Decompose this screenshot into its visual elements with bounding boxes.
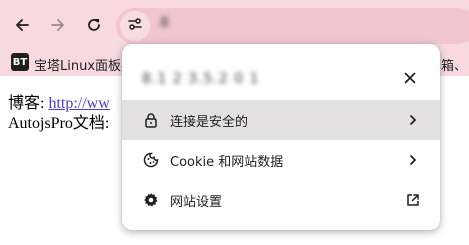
blog-line: 博客: http://ww	[8, 94, 110, 114]
close-icon	[404, 69, 416, 88]
forward-arrow-icon	[50, 17, 66, 33]
popup-site-title: 8.1 2 3.5.2 0 1	[142, 71, 260, 87]
cookie-icon	[142, 151, 160, 169]
external-link-icon	[404, 191, 422, 209]
close-button[interactable]	[399, 67, 421, 89]
chevron-right-icon	[404, 151, 422, 169]
reload-icon	[86, 17, 102, 33]
tune-icon	[127, 16, 143, 36]
menu-item-connection-secure[interactable]: 连接是安全的	[122, 100, 440, 140]
site-info-popup: 8.1 2 3.5.2 0 1 连接是安全的 Cookie 和网站数据 网站设置	[122, 44, 440, 230]
menu-item-label: 网站设置	[170, 195, 223, 210]
menu-item-label: 连接是安全的	[170, 115, 249, 130]
bookmark-item-fragment[interactable]: 箱、	[441, 55, 467, 74]
blog-link[interactable]: http://ww	[48, 95, 109, 112]
reload-button[interactable]	[79, 10, 109, 40]
page-content: 博客: http://ww AutojsPro文档:	[8, 94, 110, 134]
bookmark-favicon: BT	[11, 53, 29, 71]
blog-label: 博客:	[8, 95, 49, 112]
url-text[interactable]: 8	[160, 15, 170, 31]
menu-item-cookies[interactable]: Cookie 和网站数据	[122, 140, 440, 180]
lock-icon	[142, 111, 160, 129]
menu-item-label: Cookie 和网站数据	[170, 155, 284, 170]
back-button[interactable]	[7, 10, 37, 40]
forward-button[interactable]	[43, 10, 73, 40]
bookmark-item-baota[interactable]: 宝塔Linux面板-	[34, 55, 126, 74]
back-arrow-icon	[14, 17, 30, 33]
gear-icon	[142, 191, 160, 209]
docs-line: AutojsPro文档:	[8, 115, 110, 132]
site-info-button[interactable]	[120, 11, 150, 41]
chevron-right-icon	[404, 111, 422, 129]
menu-item-site-settings[interactable]: 网站设置	[122, 180, 440, 220]
